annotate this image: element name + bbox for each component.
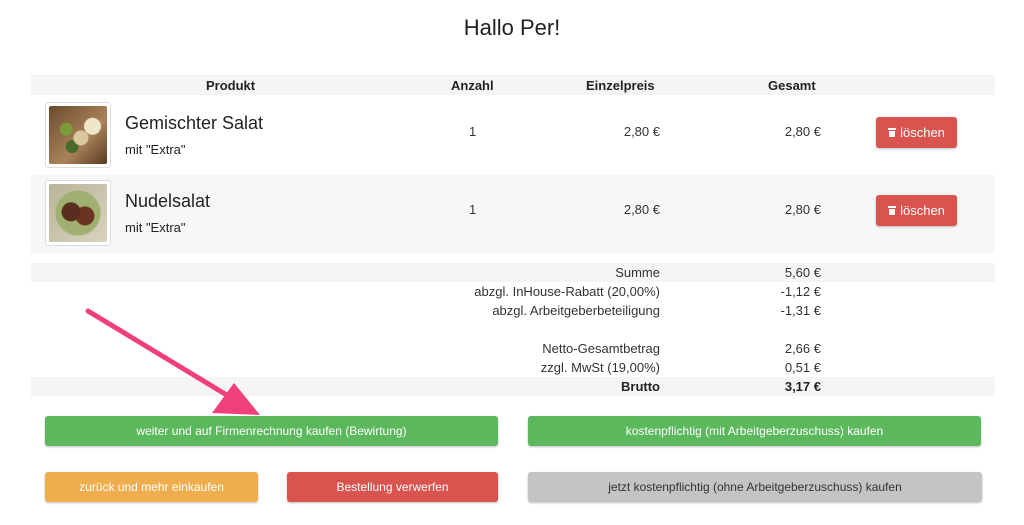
unit-price-value: 2,80 € — [623, 202, 660, 217]
header-quantity: Anzahl — [451, 78, 494, 93]
discard-order-button[interactable]: Bestellung verwerfen — [287, 472, 498, 502]
delete-button-label: löschen — [900, 125, 945, 140]
delete-button[interactable]: löschen — [876, 195, 957, 226]
table-header: Produkt Anzahl Einzelpreis Gesamt — [31, 75, 995, 95]
paid-with-subsidy-button[interactable]: kostenpflichtig (mit Arbeitgeberzuschuss… — [528, 416, 981, 446]
trash-icon — [888, 128, 897, 137]
summary-label: abzgl. Arbeitgeberbeteiligung — [492, 303, 660, 318]
summary-label: zzgl. MwSt (19,00%) — [540, 360, 660, 375]
product-image — [45, 102, 111, 168]
product-image — [45, 180, 111, 246]
quantity-value: 1 — [469, 202, 477, 217]
summary-label: Brutto — [621, 379, 660, 394]
header-total: Gesamt — [768, 78, 816, 93]
table-row: Gemischter Salat mit "Extra" 1 2,80 € 2,… — [31, 97, 995, 175]
pink-arrow-icon — [85, 308, 260, 415]
product-name: Gemischter Salat — [125, 113, 264, 133]
summary-value: 2,66 € — [784, 341, 821, 356]
paid-without-subsidy-button[interactable]: jetzt kostenpflichtig (ohne Arbeitgeberz… — [528, 472, 982, 502]
summary-label: Summe — [615, 265, 660, 280]
header-unit-price: Einzelpreis — [586, 78, 655, 93]
page-title: Hallo Per! — [463, 15, 561, 40]
delete-button[interactable]: löschen — [876, 117, 957, 148]
product-extra: mit "Extra" — [125, 142, 186, 157]
summary-label: Netto-Gesamtbetrag — [542, 341, 660, 356]
summary-value: 3,17 € — [784, 379, 821, 394]
summary-label: abzgl. InHouse-Rabatt (20,00%) — [474, 284, 660, 299]
delete-button-label: löschen — [900, 203, 945, 218]
product-name: Nudelsalat — [125, 191, 211, 211]
quantity-value: 1 — [469, 124, 477, 139]
total-value: 2,80 € — [784, 202, 821, 217]
back-shopping-button[interactable]: zurück und mehr einkaufen — [45, 472, 258, 502]
table-row: Nudelsalat mit "Extra" 1 2,80 € 2,80 € l… — [31, 175, 995, 253]
summary-row-sum: Summe 5,60 € — [31, 263, 995, 282]
summary-value: 0,51 € — [784, 360, 821, 375]
unit-price-value: 2,80 € — [623, 124, 660, 139]
total-value: 2,80 € — [784, 124, 821, 139]
trash-icon — [888, 206, 897, 215]
summary-value: -1,31 € — [780, 303, 821, 318]
summary-value: -1,12 € — [780, 284, 821, 299]
product-extra: mit "Extra" — [125, 220, 186, 235]
summary-row-discount: abzgl. InHouse-Rabatt (20,00%) -1,12 € — [31, 282, 995, 301]
header-product: Produkt — [206, 78, 256, 93]
summary-value: 5,60 € — [784, 265, 821, 280]
